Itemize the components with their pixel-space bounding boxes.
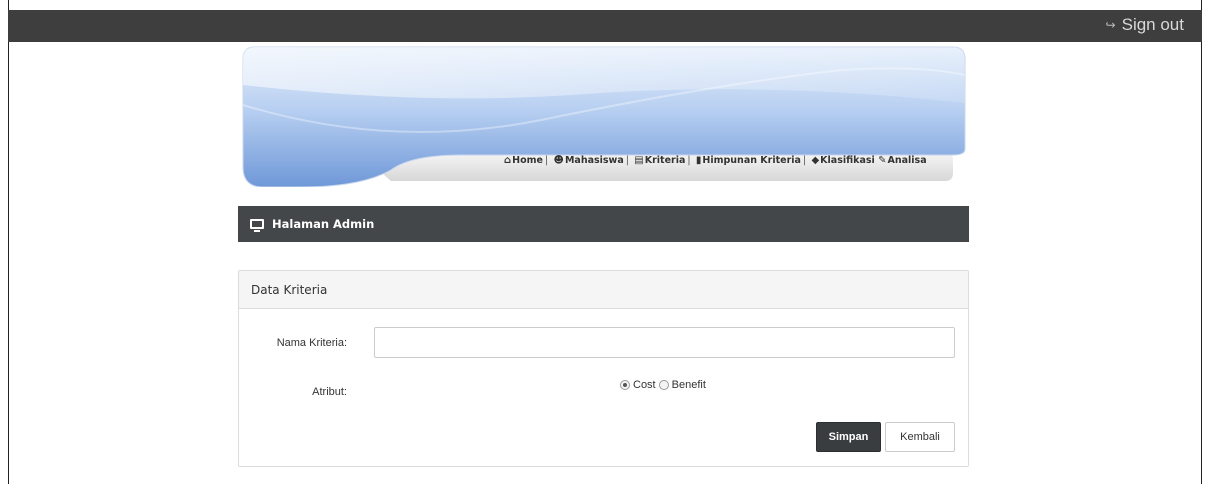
pencil-icon: ✎	[878, 155, 887, 166]
bar-chart-icon: ▤	[634, 155, 644, 166]
panel-title: Data Kriteria	[239, 271, 968, 309]
home-icon: ⌂	[504, 155, 512, 166]
nav-analisa[interactable]: ✎Analisa	[878, 155, 927, 166]
tag-icon: ◆	[811, 155, 820, 166]
nav-mahasiswa[interactable]: ☻Mahasiswa	[554, 155, 624, 166]
admin-title: Halaman Admin	[272, 217, 375, 231]
nav-separator: |	[545, 155, 549, 166]
simpan-button[interactable]: Simpan	[816, 422, 881, 452]
data-kriteria-panel: Data Kriteria Nama Kriteria: Atribut: Co…	[238, 270, 969, 467]
top-navbar: ↪ Sign out	[8, 10, 1202, 42]
main-nav: ⌂Home | ☻Mahasiswa | ▤Kriteria | ▮Himpunan …	[504, 155, 927, 166]
window-right-border	[1201, 0, 1202, 484]
bookmark-icon: ▮	[695, 155, 702, 166]
atribut-label: Atribut:	[312, 386, 347, 398]
nav-kriteria[interactable]: ▤Kriteria	[634, 155, 685, 166]
radio-cost-label: Cost	[633, 379, 656, 391]
radio-benefit[interactable]	[658, 380, 669, 390]
radio-benefit-label: Benefit	[671, 379, 706, 391]
nama-kriteria-label: Nama Kriteria:	[276, 337, 347, 349]
radio-cost[interactable]	[620, 380, 630, 390]
sign-out-label: Sign out	[1121, 15, 1184, 34]
nav-home[interactable]: ⌂Home	[504, 155, 543, 166]
kembali-button[interactable]: Kembali	[885, 422, 955, 452]
nav-separator: |	[625, 155, 629, 166]
users-icon: ☻	[553, 155, 564, 166]
nav-separator: |	[802, 155, 807, 166]
sign-out-icon: ↪	[1105, 18, 1116, 32]
nav-klasifikasi[interactable]: ◆Klasifikasi	[811, 155, 874, 166]
header-banner: ⌂Home | ☻Mahasiswa | ▤Kriteria | ▮Himpunan …	[241, 45, 967, 187]
monitor-icon	[250, 219, 264, 232]
nav-himpunan-kriteria[interactable]: ▮Himpunan Kriteria	[696, 155, 801, 166]
window-left-border	[8, 0, 9, 484]
nama-kriteria-input[interactable]	[374, 327, 955, 358]
sign-out-link[interactable]: ↪ Sign out	[1106, 15, 1184, 35]
admin-header-bar: Halaman Admin	[238, 206, 969, 242]
nav-separator: |	[687, 155, 691, 166]
atribut-radio-group: Cost Benefit	[620, 379, 709, 391]
